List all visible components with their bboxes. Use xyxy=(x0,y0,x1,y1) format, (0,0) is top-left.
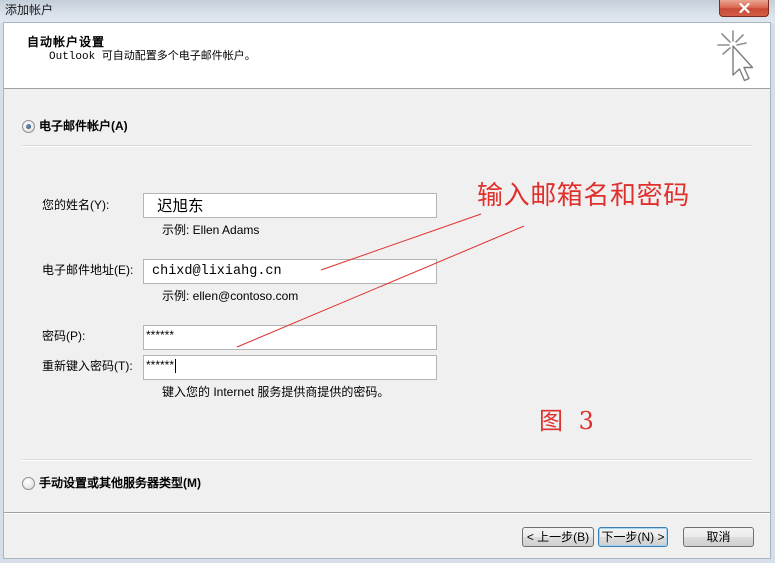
auto-setup-cursor-icon xyxy=(717,30,754,82)
password-label: 密码(P): xyxy=(42,329,86,343)
confirm-password-value: ****** xyxy=(146,358,175,372)
name-label: 您的姓名(Y): xyxy=(42,198,110,212)
confirm-password-label: 重新键入密码(T): xyxy=(42,359,133,373)
figure-label: 图 3 xyxy=(539,407,594,435)
section-divider xyxy=(22,459,752,461)
sparkle-ray xyxy=(736,42,747,46)
section-divider xyxy=(22,145,752,147)
password-input[interactable]: ****** xyxy=(143,325,437,350)
close-button[interactable] xyxy=(719,0,769,17)
add-account-dialog: 添加帐户 自动帐户设置 Outlook 可自动配置多个电子邮件帐户。 电子邮件帐… xyxy=(0,0,775,563)
window-title: 添加帐户 xyxy=(5,3,54,17)
close-icon xyxy=(739,3,750,13)
email-account-label: 电子邮件帐户(A) xyxy=(39,119,128,133)
name-example-hint: 示例: Ellen Adams xyxy=(162,223,260,237)
back-button[interactable]: < 上一步(B) xyxy=(522,527,594,547)
sparkle-ray xyxy=(722,47,731,55)
sparkle-ray xyxy=(735,34,744,43)
email-value: chixd@lixiahg.cn xyxy=(152,264,282,279)
title-bar[interactable]: 添加帐户 xyxy=(0,0,775,23)
cancel-button[interactable]: 取消 xyxy=(683,527,754,547)
confirm-password-text: ****** xyxy=(146,354,177,377)
annotation-instruction: 输入邮箱名和密码 xyxy=(477,181,690,211)
button-bar-divider xyxy=(4,512,770,514)
password-hint: 键入您的 Internet 服务提供商提供的密码。 xyxy=(162,385,390,399)
confirm-password-input[interactable]: ****** xyxy=(143,355,437,380)
sparkle-ray xyxy=(721,33,731,43)
radio-dot xyxy=(26,124,31,129)
email-label: 电子邮件地址(E): xyxy=(42,263,134,277)
email-input[interactable]: chixd@lixiahg.cn xyxy=(143,259,437,284)
close-icon-cross xyxy=(739,3,750,13)
name-value: 迟旭东 xyxy=(157,197,204,215)
text-caret xyxy=(175,359,177,373)
manual-setup-radio[interactable] xyxy=(22,477,35,490)
email-account-radio[interactable] xyxy=(22,120,35,133)
name-input[interactable]: 迟旭东 xyxy=(143,193,437,218)
wizard-header: 自动帐户设置 Outlook 可自动配置多个电子邮件帐户。 xyxy=(4,23,770,89)
next-button[interactable]: 下一步(N) > xyxy=(598,527,668,547)
cursor-arrow xyxy=(732,45,754,82)
header-title: 自动帐户设置 xyxy=(27,35,106,49)
email-example-hint: 示例: ellen@contoso.com xyxy=(162,289,299,303)
header-subtitle: Outlook 可自动配置多个电子邮件帐户。 xyxy=(49,51,256,63)
manual-setup-label: 手动设置或其他服务器类型(M) xyxy=(39,476,201,490)
sparkle-rays xyxy=(717,30,747,55)
password-value: ****** xyxy=(146,328,175,342)
